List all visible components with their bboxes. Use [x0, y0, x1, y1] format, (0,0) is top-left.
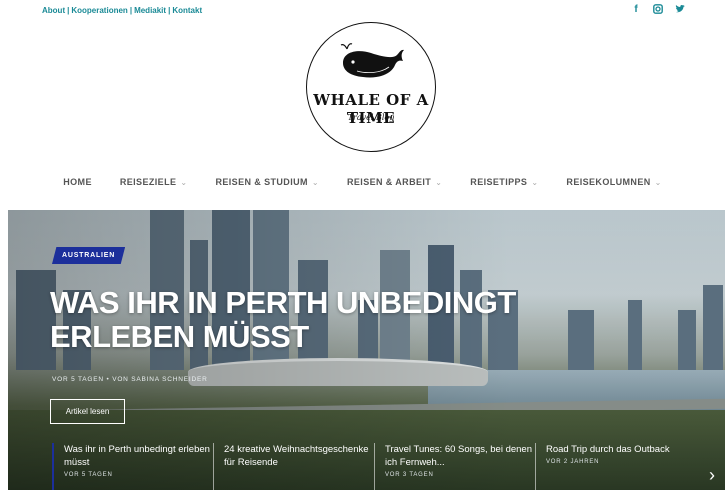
- chevron-down-icon: ⌄: [435, 177, 443, 187]
- social-links: f: [631, 4, 685, 16]
- card-title: Travel Tunes: 60 Songs, bei denen ich Fe…: [385, 444, 532, 468]
- logo-subtitle: Travel Blog: [347, 113, 395, 122]
- card-date: VOR 2 JAHREN: [546, 459, 600, 465]
- slider-card[interactable]: Was ihr in Perth unbedingt erleben müsst…: [52, 443, 213, 490]
- nav-item-reisetipps[interactable]: REISETIPPS ⌄: [456, 177, 552, 187]
- chevron-down-icon: ⌄: [180, 177, 188, 187]
- top-link-kontakt[interactable]: Kontakt: [172, 6, 202, 15]
- nav-item-reisekolumnen[interactable]: REISEKOLUMNEN ⌄: [552, 177, 675, 187]
- nav-item-home[interactable]: HOME: [49, 177, 106, 187]
- whale-icon: [340, 43, 404, 78]
- nav-item-reiseziele[interactable]: REISEZIELE ⌄: [106, 177, 202, 187]
- main-nav: HOME REISEZIELE ⌄ REISEN & STUDIUM ⌄ REISE…: [0, 177, 725, 187]
- chevron-down-icon: ⌄: [654, 177, 662, 187]
- slider-card[interactable]: Travel Tunes: 60 Songs, bei denen ich Fe…: [374, 443, 535, 490]
- card-title: 24 kreative Weihnachtsgeschenke für Reis…: [224, 444, 369, 468]
- nav-label: REISEZIELE: [119, 177, 177, 187]
- instagram-icon[interactable]: [653, 4, 663, 16]
- slider-card[interactable]: Road Trip durch das Outback VOR 2 JAHREN: [535, 443, 696, 490]
- nav-label: REISEKOLUMNEN: [566, 177, 651, 187]
- card-title: Road Trip durch das Outback: [546, 444, 670, 455]
- site-logo[interactable]: WHALE OF A TIME Travel Blog: [306, 22, 436, 152]
- chevron-right-icon[interactable]: ›: [709, 466, 715, 484]
- nav-label: REISEN & ARBEIT: [347, 177, 432, 187]
- slider-card[interactable]: 24 kreative Weihnachtsgeschenke für Reis…: [213, 443, 374, 490]
- nav-label: HOME: [63, 177, 92, 187]
- card-date: VOR 3 TAGEN: [385, 472, 434, 478]
- hero-meta: VOR 5 TAGEN • VON SABINA SCHNEIDER: [52, 376, 208, 383]
- top-links: About | Kooperationen | Mediakit | Konta…: [42, 6, 202, 15]
- nav-label: REISEN & STUDIUM: [215, 177, 308, 187]
- chevron-down-icon: ⌄: [531, 177, 539, 187]
- hero-slider[interactable]: AUSTRALIEN WAS IHR IN PERTH UNBEDINGT ER…: [8, 210, 725, 490]
- top-link-kooperationen[interactable]: Kooperationen: [71, 6, 127, 15]
- top-link-mediakit[interactable]: Mediakit: [134, 6, 166, 15]
- nav-item-reisen-arbeit[interactable]: REISEN & ARBEIT ⌄: [333, 177, 456, 187]
- nav-label: REISETIPPS: [470, 177, 528, 187]
- read-article-button[interactable]: Artikel lesen: [50, 399, 125, 424]
- facebook-icon[interactable]: f: [631, 4, 641, 16]
- card-date: VOR 5 TAGEN: [64, 472, 113, 478]
- slider-cards: Was ihr in Perth unbedingt erleben müsst…: [52, 443, 702, 490]
- chevron-down-icon: ⌄: [311, 177, 319, 187]
- category-badge[interactable]: AUSTRALIEN: [52, 247, 126, 264]
- twitter-icon[interactable]: [675, 4, 685, 16]
- hero-title[interactable]: WAS IHR IN PERTH UNBEDINGT ERLEBEN MÜSST: [50, 286, 590, 354]
- card-title: Was ihr in Perth unbedingt erleben müsst: [64, 444, 210, 468]
- top-link-about[interactable]: About: [42, 6, 65, 15]
- nav-item-reisen-studium[interactable]: REISEN & STUDIUM ⌄: [201, 177, 333, 187]
